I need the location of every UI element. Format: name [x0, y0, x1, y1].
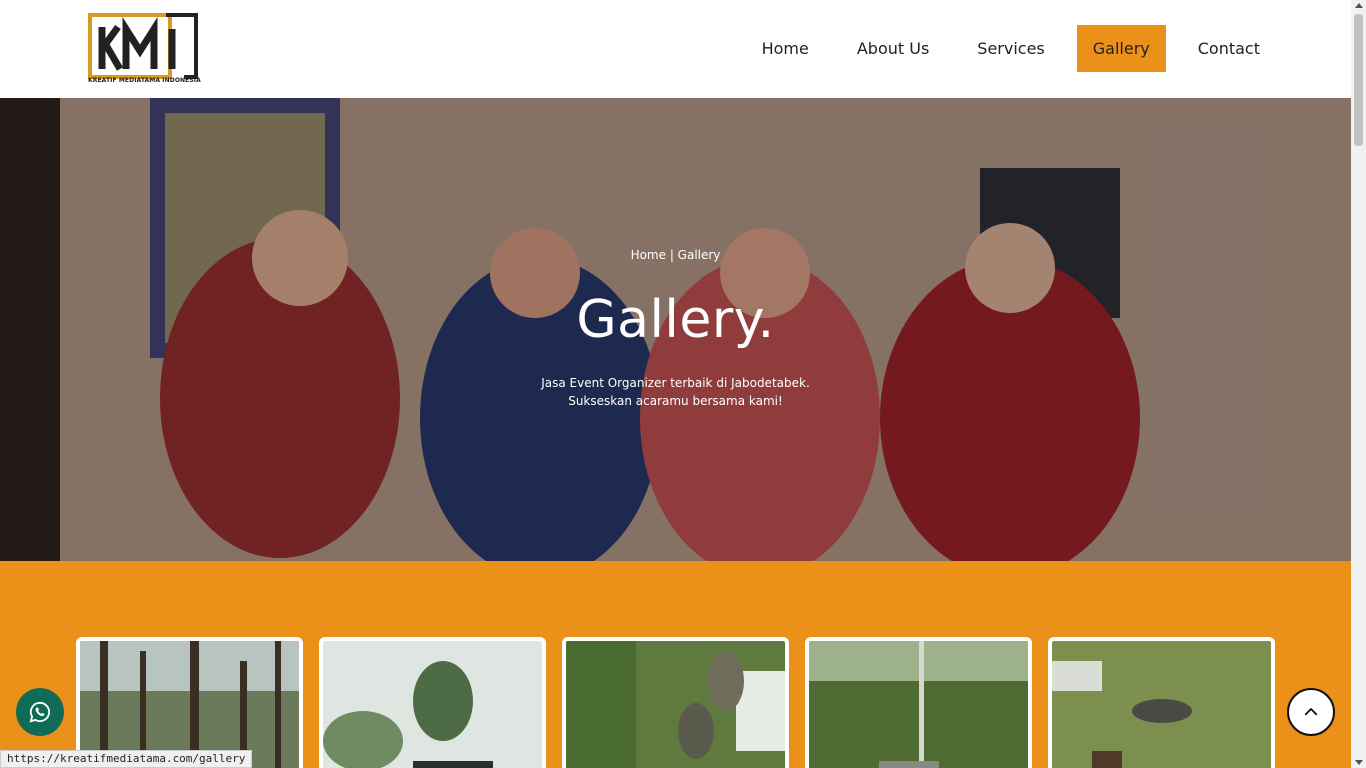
- forest-trees-photo: [80, 641, 299, 768]
- paintball-players-photo: [566, 641, 785, 768]
- gallery-item[interactable]: [319, 637, 546, 768]
- nav-contact[interactable]: Contact: [1182, 25, 1276, 72]
- misty-forest-vehicle-photo: [323, 641, 542, 768]
- whatsapp-icon: [29, 701, 51, 723]
- hero-banner: Home | Gallery Gallery. Jasa Event Organ…: [0, 98, 1351, 561]
- gallery-item[interactable]: [562, 637, 789, 768]
- scroll-down-arrow-icon[interactable]: [1355, 760, 1363, 765]
- hero-description: Jasa Event Organizer terbaik di Jabodeta…: [541, 376, 810, 408]
- page-scrollbar[interactable]: [1351, 0, 1366, 768]
- back-to-top-button[interactable]: [1287, 688, 1335, 736]
- whatsapp-button[interactable]: [16, 688, 64, 736]
- site-header: KREATIF MEDIATAMA INDONESIA Home About U…: [0, 0, 1351, 98]
- scroll-thumb[interactable]: [1354, 14, 1363, 146]
- logo-tagline: KREATIF MEDIATAMA INDONESIA: [88, 77, 201, 84]
- main-nav: Home About Us Services Gallery Contact: [730, 25, 1276, 72]
- page-title: Gallery.: [576, 290, 775, 350]
- kmi-logo-mark: [88, 13, 198, 79]
- jungle-offroad-photo: [809, 641, 1028, 768]
- gallery-item[interactable]: [805, 637, 1032, 768]
- gallery-section: [0, 561, 1351, 768]
- nav-services[interactable]: Services: [961, 25, 1060, 72]
- breadcrumb[interactable]: Home | Gallery: [0, 248, 1351, 262]
- nav-home[interactable]: Home: [746, 25, 825, 72]
- paintball-field-photo: [1052, 641, 1271, 768]
- gallery-item[interactable]: [1048, 637, 1275, 768]
- site-logo[interactable]: KREATIF MEDIATAMA INDONESIA: [88, 13, 201, 87]
- gallery-item[interactable]: [76, 637, 303, 768]
- nav-gallery[interactable]: Gallery: [1076, 25, 1166, 72]
- chevron-up-icon: [1304, 708, 1318, 716]
- scroll-up-arrow-icon[interactable]: [1355, 3, 1363, 8]
- nav-about-us[interactable]: About Us: [841, 25, 945, 72]
- status-bar-url: https://kreatifmediatama.com/gallery: [0, 750, 253, 768]
